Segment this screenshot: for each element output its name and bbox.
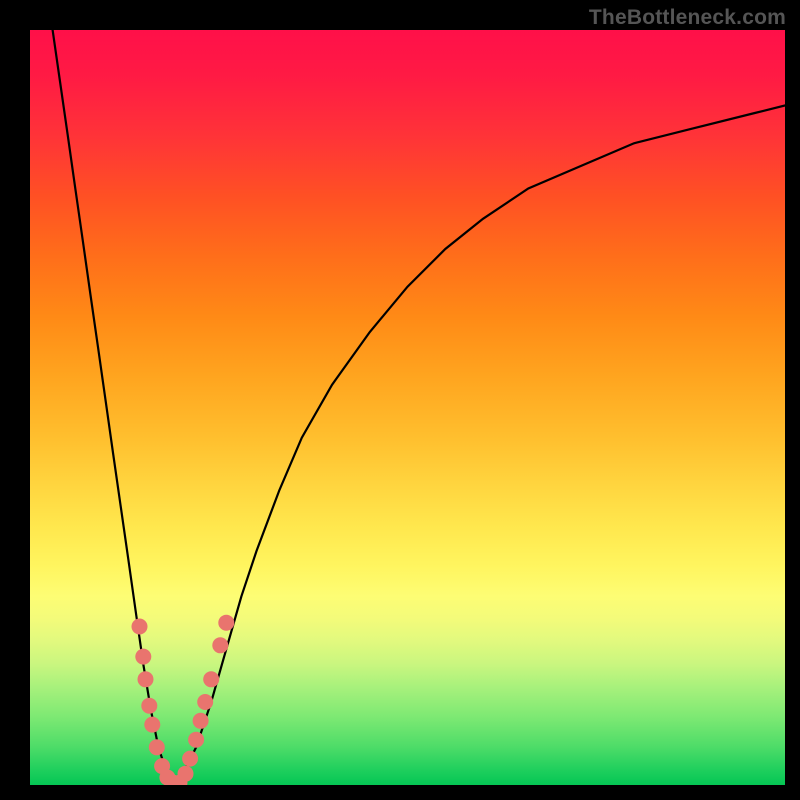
marker-dot: [182, 751, 198, 767]
marker-dot: [144, 717, 160, 733]
plot-area: [30, 30, 785, 785]
curve-svg: [30, 30, 785, 785]
marker-dot: [203, 671, 219, 687]
marker-dot: [218, 615, 234, 631]
marker-dot: [212, 637, 228, 653]
marker-dot: [197, 694, 213, 710]
chart-frame: TheBottleneck.com: [0, 0, 800, 800]
marker-dot: [188, 732, 204, 748]
watermark-text: TheBottleneck.com: [589, 6, 786, 30]
marker-dot: [178, 766, 194, 782]
marker-dot: [149, 739, 165, 755]
marker-dot: [138, 671, 154, 687]
marker-dot: [141, 698, 157, 714]
highlighted-points: [132, 615, 235, 785]
bottleneck-curve: [53, 30, 785, 785]
marker-dot: [193, 713, 209, 729]
marker-dot: [132, 619, 148, 635]
marker-dot: [135, 649, 151, 665]
